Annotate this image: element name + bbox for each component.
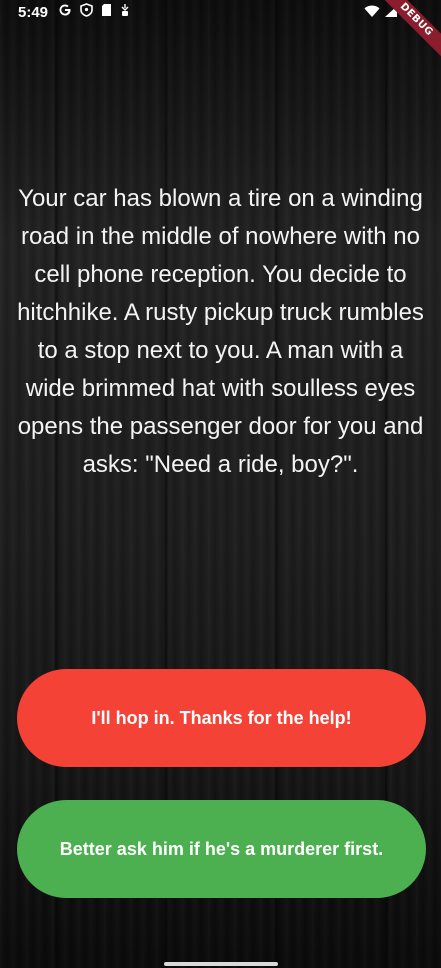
status-time: 5:49 xyxy=(18,4,49,21)
wifi-icon xyxy=(364,5,380,22)
status-icons-left xyxy=(58,3,130,21)
sd-card-icon xyxy=(101,3,112,21)
google-icon xyxy=(58,3,72,21)
shield-icon xyxy=(80,3,93,21)
choice-1-button[interactable]: I'll hop in. Thanks for the help! xyxy=(17,669,426,767)
story-text: Your car has blown a tire on a winding r… xyxy=(17,185,424,478)
home-indicator[interactable] xyxy=(164,962,278,966)
status-bar: 5:49 xyxy=(0,0,441,26)
choice-2-button[interactable]: Better ask him if he's a murderer first. xyxy=(17,800,426,898)
battery-saver-icon xyxy=(120,3,130,21)
